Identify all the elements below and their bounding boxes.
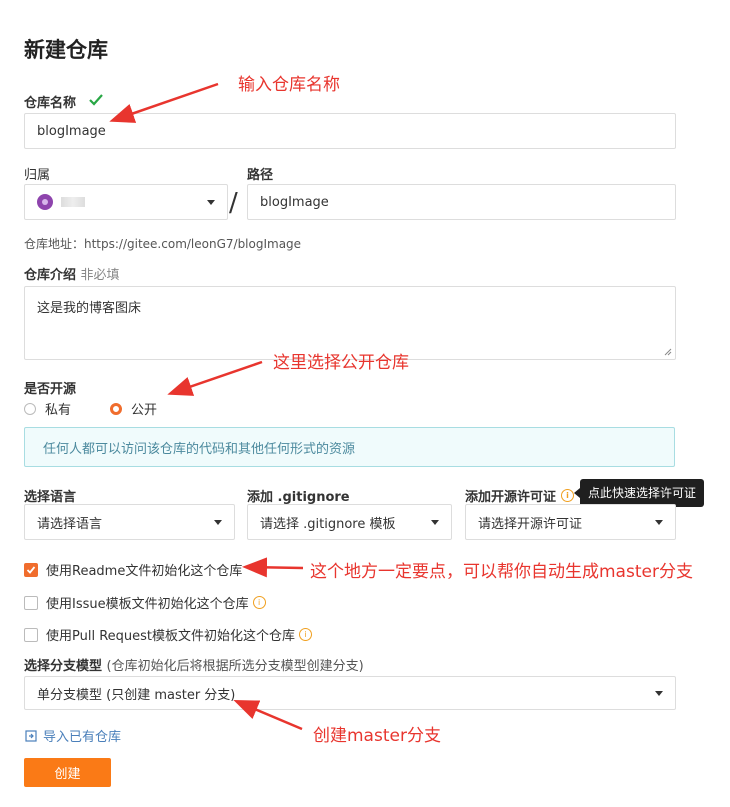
- arrow-public: [167, 360, 263, 396]
- annotation-branch: 创建master分支: [313, 726, 441, 746]
- annotation-name: 输入仓库名称: [238, 75, 340, 95]
- arrow-name: [109, 82, 219, 123]
- annotation-readme: 这个地方一定要点，可以帮你自动生成master分支: [310, 562, 693, 582]
- annotation-public: 这里选择公开仓库: [273, 353, 409, 373]
- arrow-readme: [242, 557, 304, 578]
- arrow-branch: [233, 700, 303, 731]
- annotation-arrows: [109, 82, 304, 731]
